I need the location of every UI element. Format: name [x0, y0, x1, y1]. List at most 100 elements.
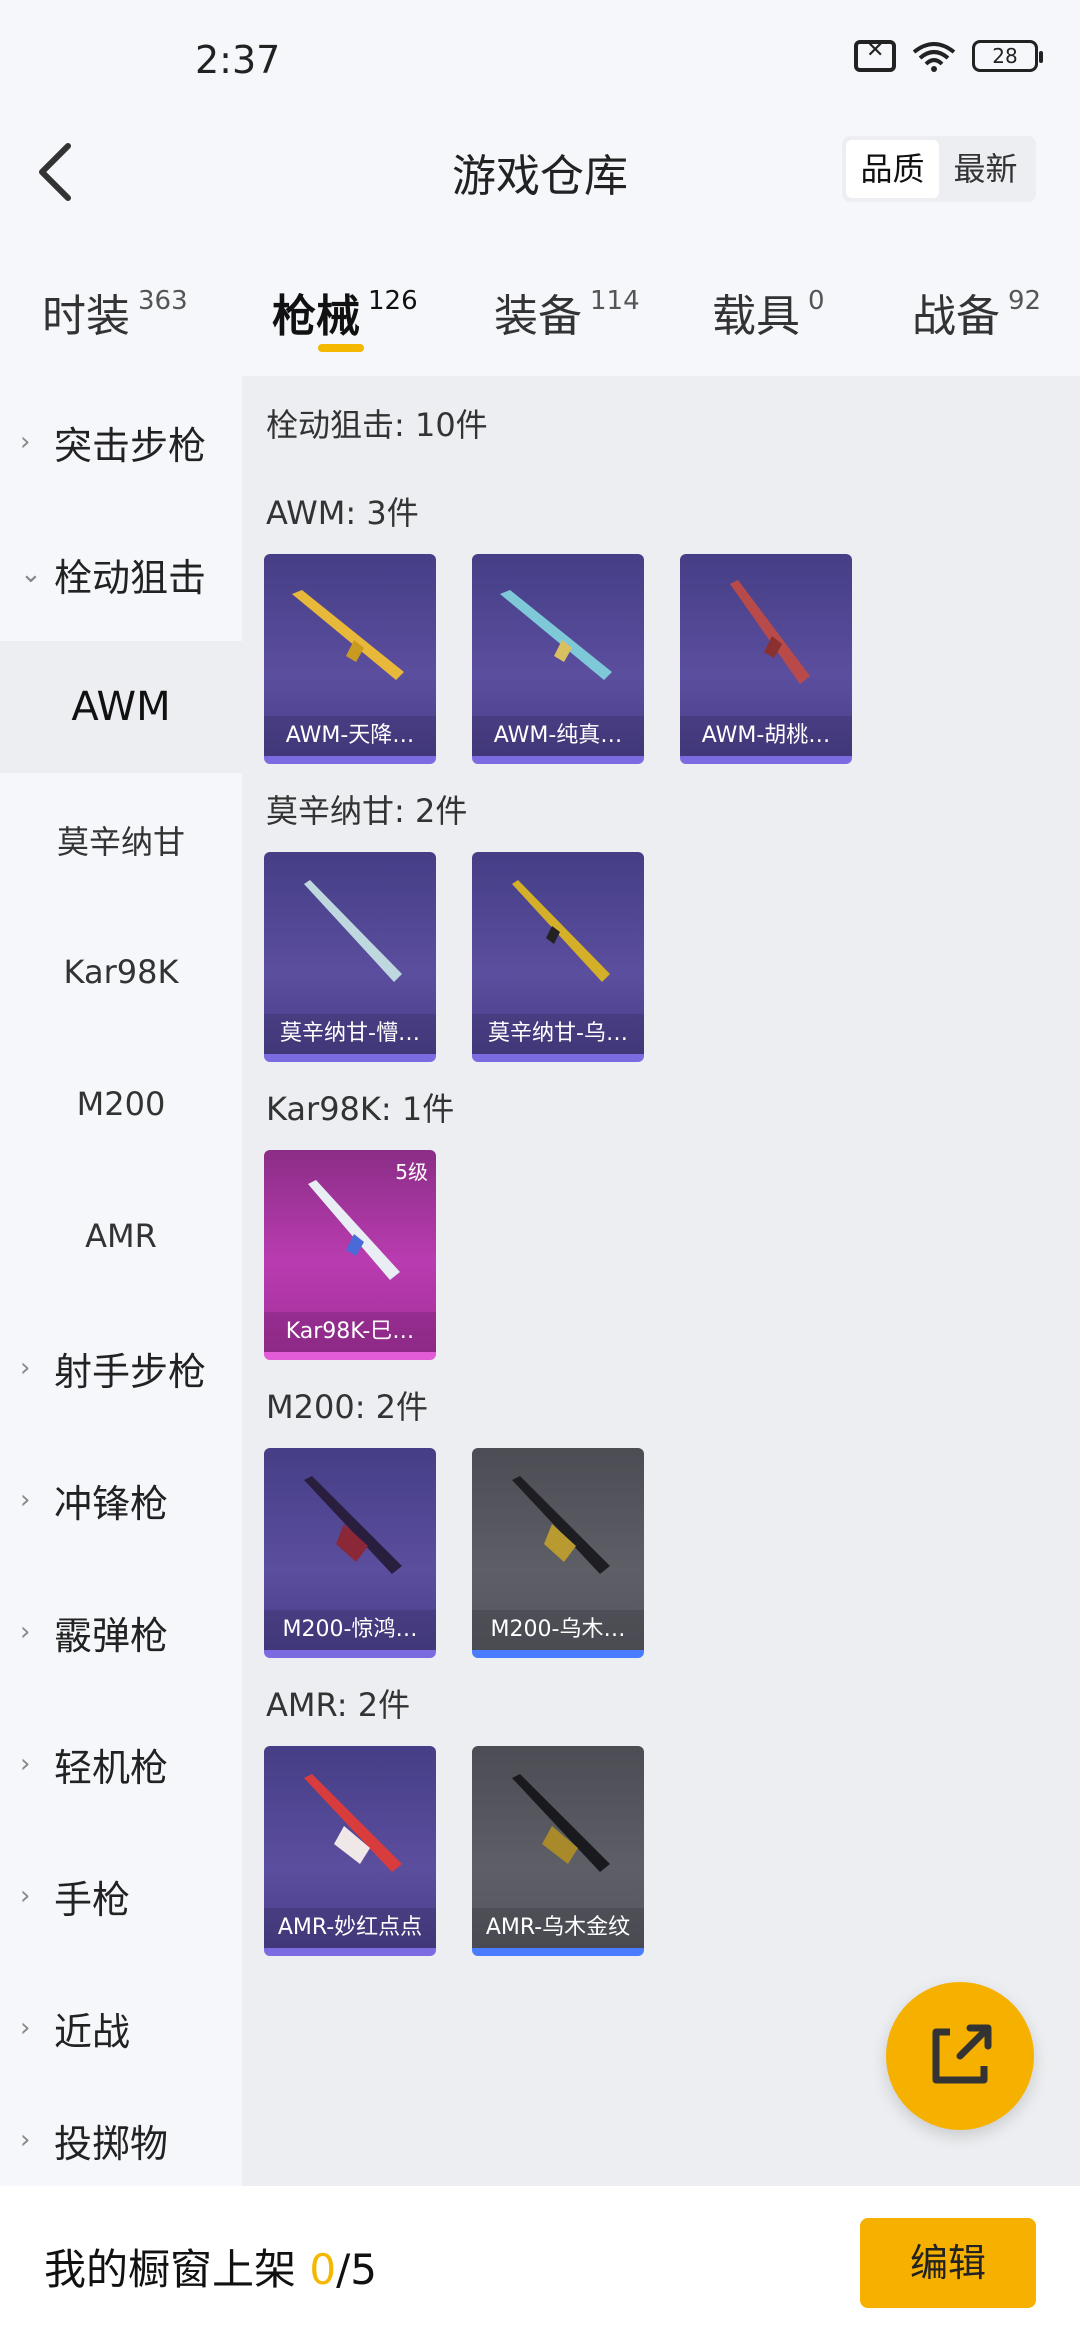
sidebar-subitem-awm[interactable]: AWM: [0, 641, 242, 773]
sidebar-item-label: AWM: [71, 684, 171, 730]
status-icons: 28: [854, 38, 1043, 72]
battery-indicator: 28: [972, 40, 1043, 72]
sidebar-item-lmg[interactable]: › 轻机枪: [0, 1698, 242, 1830]
item-card[interactable]: AMR-妙红点点: [264, 1746, 436, 1956]
showcase-total-count: /5: [336, 2245, 377, 2294]
item-grid-panel: 栓动狙击: 10件 AWM: 3件 AWM-天降… AWM-纯真… AWM-胡桃…: [242, 376, 1080, 2186]
sidebar-subitem-kar98k[interactable]: Kar98K: [0, 906, 242, 1038]
showcase-current-count: 0: [309, 2245, 337, 2294]
tab-vehicles[interactable]: 载具 0: [712, 280, 825, 344]
tab-supplies[interactable]: 战备 92: [912, 280, 1041, 344]
rifle-icon: [304, 1774, 402, 1872]
sidebar-item-label: 手枪: [54, 1877, 131, 1922]
tab-fashion[interactable]: 时装 363: [42, 280, 188, 344]
sidebar-item-bolt-sniper[interactable]: ⌄ 栓动狙击: [0, 508, 242, 640]
item-card[interactable]: M200-惊鸿…: [264, 1448, 436, 1658]
item-card[interactable]: AWM-胡桃…: [680, 554, 852, 764]
group-heading: M200: 2件: [266, 1388, 429, 1426]
sidebar-item-label: 冲锋枪: [54, 1481, 169, 1526]
sidebar-item-label: 射手步枪: [54, 1349, 207, 1394]
chevron-right-icon: ›: [20, 2125, 31, 2155]
no-sim-icon: [854, 38, 896, 72]
sidebar-item-label: 莫辛纳甘: [56, 823, 185, 861]
tab-label: 战备: [912, 291, 1000, 342]
sidebar-subitem-amr[interactable]: AMR: [0, 1170, 242, 1302]
item-name: M200-乌木…: [472, 1610, 644, 1650]
tab-label: 时装: [42, 291, 130, 342]
item-card[interactable]: AMR-乌木金纹: [472, 1746, 644, 1956]
sidebar-item-throwables[interactable]: › 投掷物: [0, 2094, 242, 2186]
item-name: Kar98K-巳…: [264, 1312, 436, 1352]
tab-label: 装备: [494, 291, 582, 342]
sort-toggle: 品质 最新: [842, 136, 1036, 202]
sidebar-item-label: 轻机枪: [54, 1745, 169, 1790]
tab-count: 114: [590, 286, 640, 316]
sidebar-item-label: AMR: [85, 1217, 157, 1255]
chevron-right-icon: ›: [20, 1485, 31, 1515]
sidebar-item-label: M200: [76, 1085, 166, 1123]
sidebar-item-label: 突击步枪: [54, 423, 207, 468]
weapon-type-sidebar: › 突击步枪 ⌄ 栓动狙击 AWM 莫辛纳甘 Kar98K M200 AMR ›…: [0, 376, 242, 2186]
item-name: AWM-天降…: [264, 716, 436, 756]
category-tabs: 时装 363 枪械 126 装备 114 载具 0 战备 92: [0, 260, 1080, 380]
sort-newest-button[interactable]: 最新: [939, 140, 1032, 198]
item-name: AMR-妙红点点: [264, 1908, 436, 1948]
edit-button[interactable]: 编辑: [860, 2218, 1036, 2308]
item-name: AMR-乌木金纹: [472, 1908, 644, 1948]
sidebar-item-smg[interactable]: › 冲锋枪: [0, 1434, 242, 1566]
tab-guns[interactable]: 枪械 126: [272, 280, 418, 344]
item-card[interactable]: 莫辛纳甘-乌…: [472, 852, 644, 1062]
rifle-icon: [512, 1476, 610, 1574]
rifle-icon: [304, 1476, 402, 1574]
rifle-icon: [512, 880, 610, 982]
chevron-right-icon: ›: [20, 1881, 31, 1911]
rifle-icon: [292, 590, 404, 680]
sidebar-item-assault-rifle[interactable]: › 突击步枪: [0, 376, 242, 508]
sidebar-item-melee[interactable]: › 近战: [0, 1962, 242, 2094]
active-tab-indicator: [318, 344, 364, 352]
sidebar-item-label: 霰弹枪: [54, 1613, 169, 1658]
tab-equipment[interactable]: 装备 114: [494, 280, 640, 344]
item-card[interactable]: AWM-纯真…: [472, 554, 644, 764]
group-heading: AMR: 2件: [266, 1686, 411, 1724]
wifi-icon: [912, 42, 956, 72]
item-name: AWM-纯真…: [472, 716, 644, 756]
showcase-label-text: 我的橱窗上架: [44, 2245, 310, 2294]
sidebar-item-label: Kar98K: [63, 953, 179, 991]
sort-quality-button[interactable]: 品质: [846, 140, 939, 198]
bottom-bar: 我的橱窗上架 0/5 编辑: [0, 2186, 1080, 2340]
tab-count: 126: [368, 286, 418, 316]
showcase-count-label: 我的橱窗上架 0/5: [44, 2236, 377, 2297]
sidebar-item-label: 近战: [54, 2009, 131, 2054]
sidebar-item-label: 栓动狙击: [54, 555, 207, 600]
chevron-right-icon: ›: [20, 427, 31, 457]
item-card[interactable]: AWM-天降…: [264, 554, 436, 764]
item-name: AWM-胡桃…: [680, 716, 852, 756]
sidebar-item-pistol[interactable]: › 手枪: [0, 1830, 242, 1962]
share-fab[interactable]: [886, 1982, 1034, 2130]
sidebar-item-shotgun[interactable]: › 霰弹枪: [0, 1566, 242, 1698]
item-name: 莫辛纳甘-乌…: [472, 1014, 644, 1054]
chevron-right-icon: ›: [20, 1353, 31, 1383]
item-name: 莫辛纳甘-懵…: [264, 1014, 436, 1054]
item-card[interactable]: 莫辛纳甘-懵…: [264, 852, 436, 1062]
item-card[interactable]: 5级 Kar98K-巳…: [264, 1150, 436, 1360]
sidebar-item-label: 投掷物: [54, 2121, 169, 2166]
group-heading: 莫辛纳甘: 2件: [266, 792, 468, 830]
status-bar: 2:37 28: [0, 0, 1080, 120]
tab-count: 92: [1008, 286, 1042, 316]
chevron-right-icon: ›: [20, 1749, 31, 1779]
tab-count: 363: [138, 286, 188, 316]
tab-count: 0: [808, 286, 825, 316]
sidebar-item-marksman-rifle[interactable]: › 射手步枪: [0, 1302, 242, 1434]
chevron-right-icon: ›: [20, 1617, 31, 1647]
item-card[interactable]: M200-乌木…: [472, 1448, 644, 1658]
rifle-icon: [304, 880, 402, 982]
tab-label: 载具: [712, 291, 800, 342]
chevron-down-icon: ⌄: [20, 559, 42, 589]
rifle-icon: [500, 590, 612, 680]
group-heading: Kar98K: 1件: [266, 1090, 455, 1128]
status-time: 2:37: [195, 38, 281, 82]
sidebar-subitem-mosin[interactable]: 莫辛纳甘: [0, 774, 242, 906]
sidebar-subitem-m200[interactable]: M200: [0, 1038, 242, 1170]
